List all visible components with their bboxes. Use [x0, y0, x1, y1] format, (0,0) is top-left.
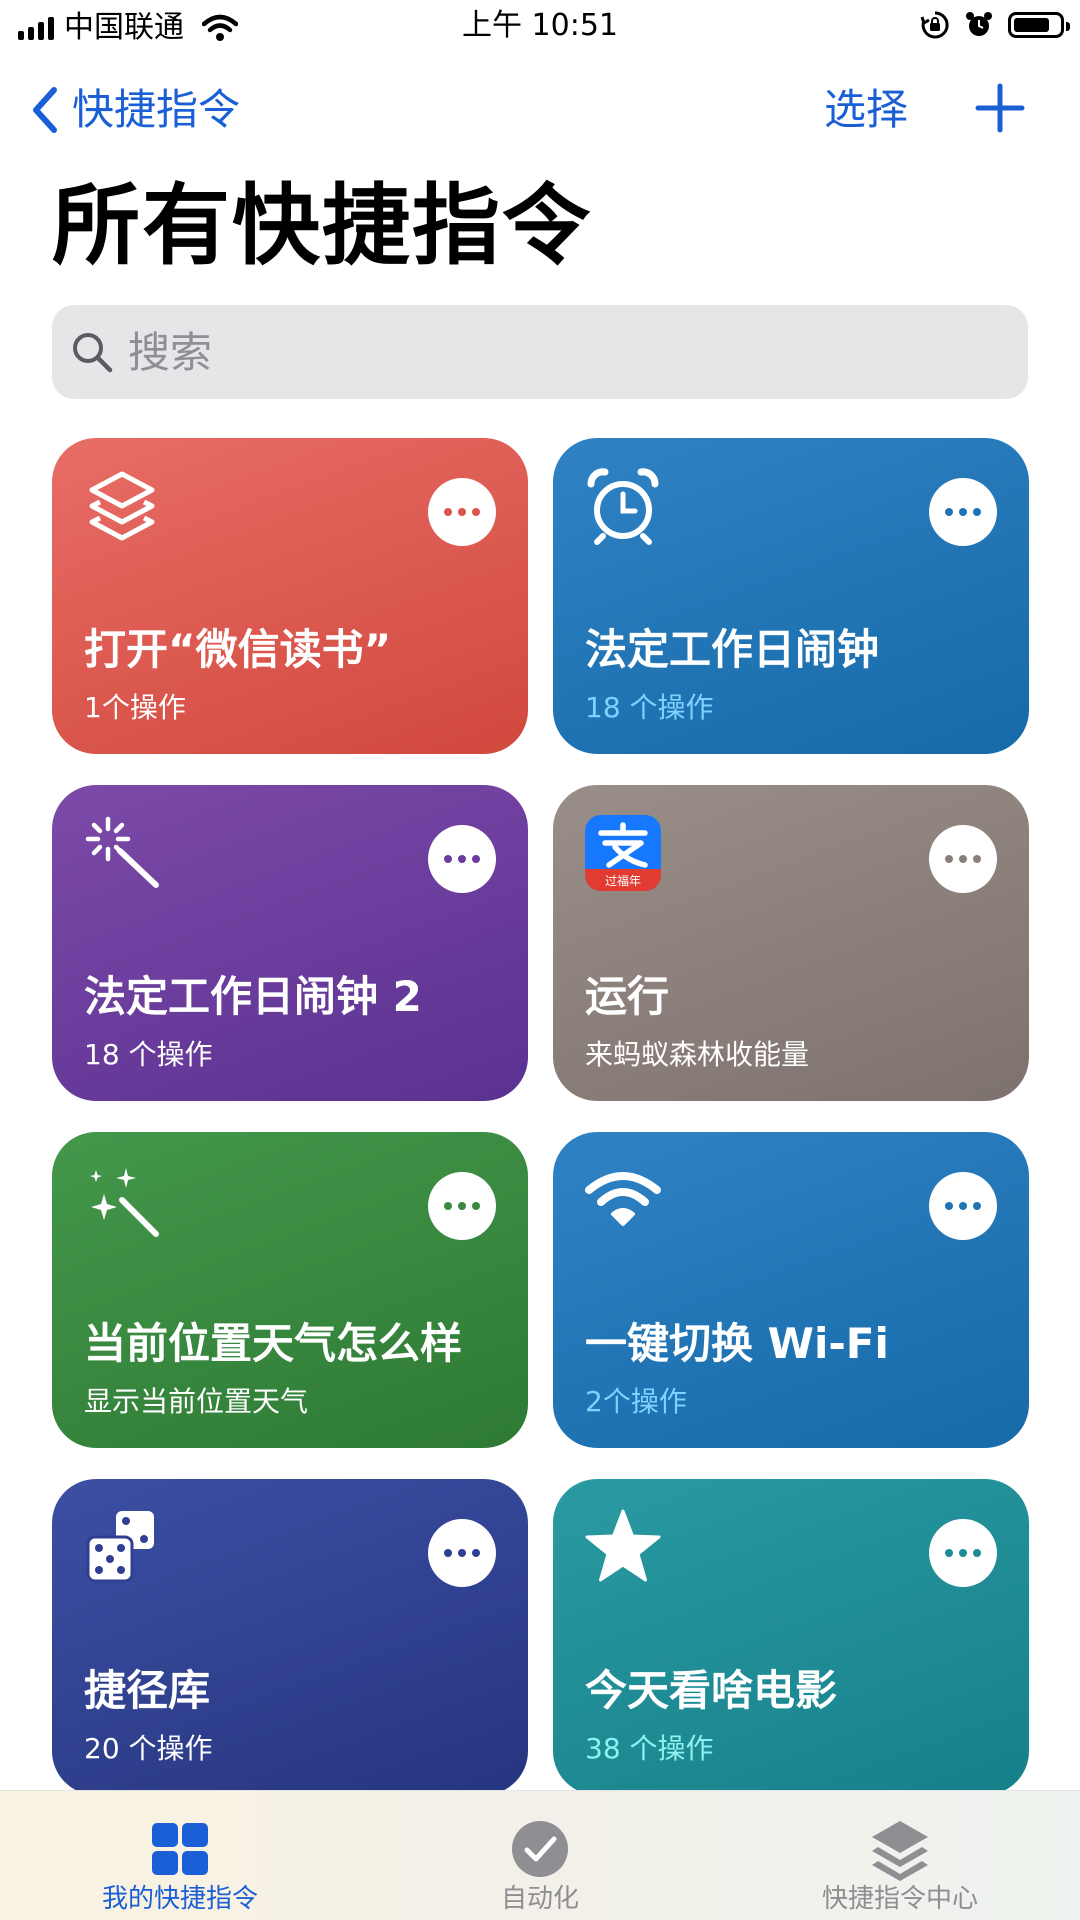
shortcut-subtitle: 38 个操作 — [585, 1732, 714, 1765]
shortcut-card[interactable]: 法定工作日闹钟 18 个操作 — [553, 438, 1029, 754]
alarm-status-icon — [966, 12, 992, 36]
tab-label: 自动化 — [500, 1884, 579, 1914]
shortcut-subtitle: 18 个操作 — [84, 1038, 213, 1071]
shortcut-subtitle: 18 个操作 — [585, 691, 714, 724]
status-time: 上午 10:51 — [462, 8, 618, 43]
dice-icon — [86, 1511, 154, 1583]
more-options-button[interactable] — [929, 1519, 997, 1587]
back-button-label: 快捷指令 — [72, 85, 241, 134]
alipay-badge-text: 过福年 — [605, 873, 641, 888]
more-options-button[interactable] — [428, 478, 496, 546]
shortcut-card[interactable]: 打开“微信读书” 1个操作 — [52, 438, 528, 754]
magic-wand-icon — [85, 816, 159, 888]
status-right — [920, 10, 1070, 40]
alarm-clock-icon — [587, 468, 659, 545]
tab-label: 我的快捷指令 — [101, 1884, 258, 1914]
shortcut-title: 打开“微信读书” — [84, 625, 392, 674]
shortcut-card[interactable]: 一键切换 Wi-Fi 2个操作 — [553, 1132, 1029, 1448]
chevron-left-icon — [33, 87, 57, 133]
navigation-bar: 快捷指令 选择 — [0, 70, 1080, 150]
search-input[interactable] — [126, 326, 980, 378]
shortcut-card[interactable]: 过福年 运行 来蚂蚁森林收能量 — [553, 785, 1029, 1101]
shortcut-subtitle: 来蚂蚁森林收能量 — [585, 1038, 810, 1071]
shortcut-title: 今天看啥电影 — [585, 1666, 838, 1715]
more-options-button[interactable] — [929, 1172, 997, 1240]
battery-icon — [1008, 12, 1070, 38]
tab-label: 快捷指令中心 — [821, 1884, 978, 1914]
shortcut-title: 一键切换 Wi-Fi — [585, 1319, 889, 1368]
shortcut-title: 当前位置天气怎么样 — [84, 1319, 463, 1368]
layers-icon — [89, 471, 155, 541]
shortcut-subtitle: 2个操作 — [585, 1385, 687, 1418]
add-shortcut-button[interactable] — [970, 78, 1030, 138]
shortcut-title: 捷径库 — [84, 1666, 211, 1715]
page-title: 所有快捷指令 — [52, 174, 593, 277]
star-icon — [585, 1509, 661, 1582]
shortcuts-screen: 中国联通 上午 10:51 快捷指令 选择 所有快捷指令 搜索 打开“微信读书”… — [0, 0, 1080, 1920]
shortcut-title: 法定工作日闹钟 — [585, 625, 880, 674]
more-options-button[interactable] — [929, 478, 997, 546]
shortcut-title: 法定工作日闹钟 2 — [84, 972, 422, 1021]
more-options-button[interactable] — [929, 825, 997, 893]
alipay-app-icon: 过福年 — [585, 815, 661, 891]
search-bar[interactable] — [52, 305, 1028, 399]
shortcut-subtitle: 显示当前位置天气 — [84, 1385, 309, 1418]
stack-icon — [872, 1821, 928, 1881]
shortcut-card[interactable]: 法定工作日闹钟 2 18 个操作 — [52, 785, 528, 1101]
grid-icon — [152, 1823, 208, 1875]
shortcut-subtitle: 20 个操作 — [84, 1732, 213, 1765]
shortcut-card[interactable]: 当前位置天气怎么样 显示当前位置天气 — [52, 1132, 528, 1448]
more-options-button[interactable] — [428, 825, 496, 893]
sparkle-wand-icon — [90, 1168, 159, 1237]
search-icon — [73, 333, 113, 373]
more-options-button[interactable] — [428, 1519, 496, 1587]
select-button[interactable]: 选择 — [824, 80, 908, 140]
tab-gallery[interactable]: 快捷指令中心 — [720, 1791, 1080, 1920]
shortcut-card[interactable]: 捷径库 20 个操作 — [52, 1479, 528, 1795]
tab-bar: 我的快捷指令 自动化 快捷指令中心 — [0, 1790, 1080, 1920]
tab-my-shortcuts[interactable]: 我的快捷指令 — [0, 1791, 360, 1920]
back-button[interactable]: 快捷指令 — [30, 80, 240, 140]
tab-automation[interactable]: 自动化 — [360, 1791, 720, 1920]
shortcut-card[interactable]: 今天看啥电影 38 个操作 — [553, 1479, 1029, 1795]
checkmark-circle-icon — [512, 1821, 568, 1877]
status-bar: 中国联通 上午 10:51 — [0, 0, 1080, 58]
shortcut-subtitle: 1个操作 — [84, 691, 186, 724]
orientation-lock-icon — [920, 11, 949, 39]
wifi-icon — [585, 1172, 661, 1226]
shortcut-title: 运行 — [585, 972, 670, 1021]
more-options-button[interactable] — [428, 1172, 496, 1240]
